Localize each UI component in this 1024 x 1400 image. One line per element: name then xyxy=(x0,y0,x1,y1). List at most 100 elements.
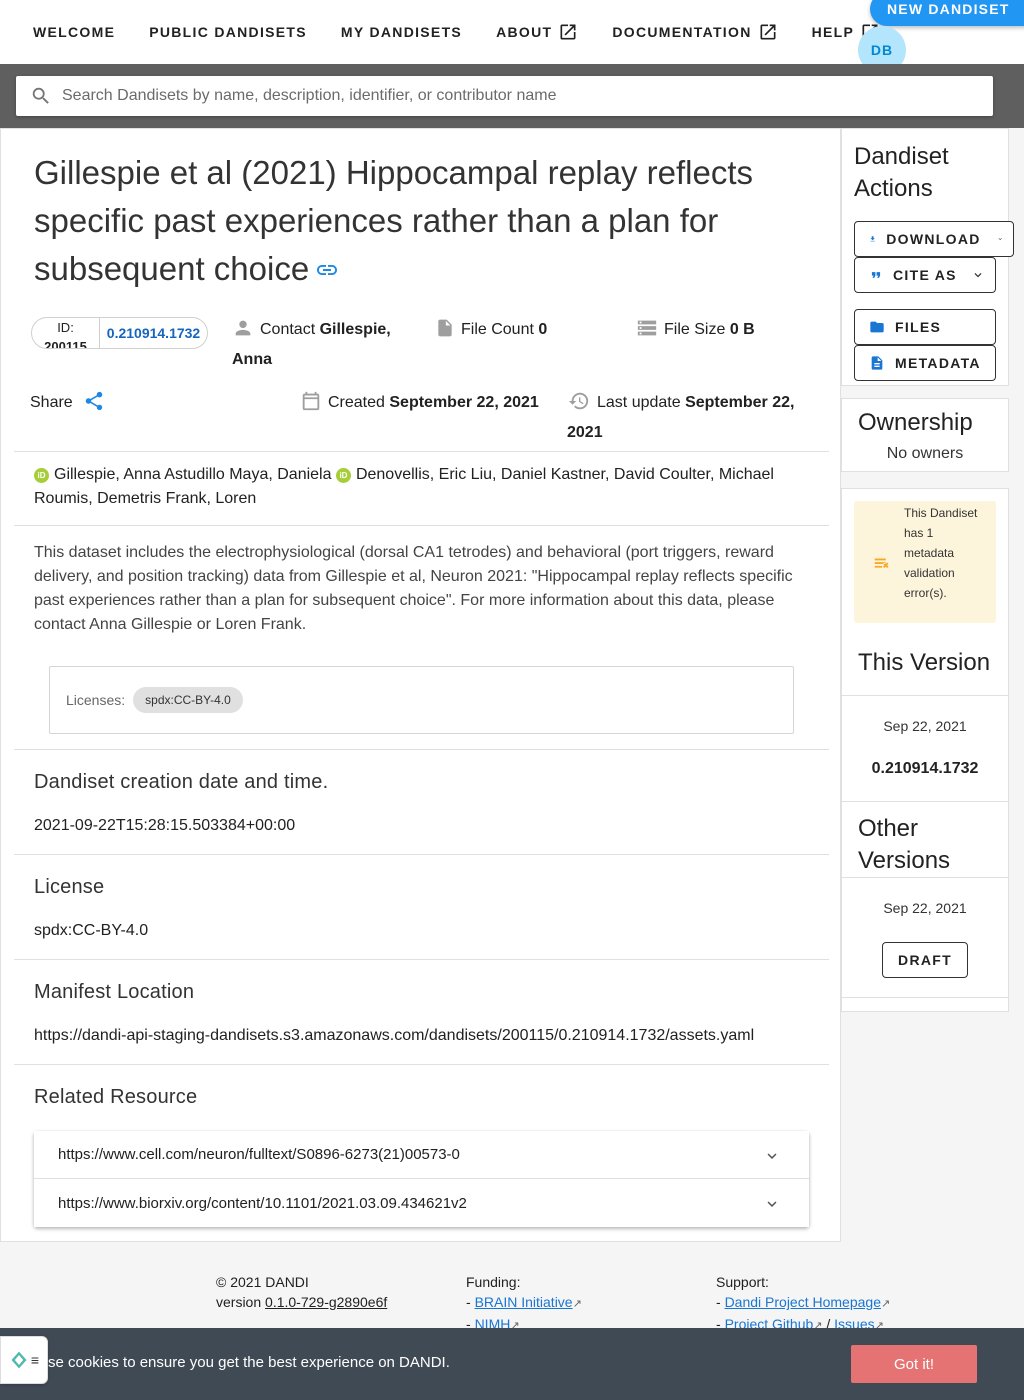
new-dandiset-button[interactable]: NEW DANDISET xyxy=(870,0,1024,26)
hamburger-icon: ≡ xyxy=(30,1352,40,1368)
funding-label: Funding: xyxy=(466,1274,521,1290)
metadata-label: METADATA xyxy=(895,355,981,371)
created-label: Created xyxy=(328,394,385,411)
dandiset-title: Gillespie et al (2021) Hippocampal repla… xyxy=(34,154,754,287)
file-size-value: 0 B xyxy=(729,321,755,338)
nav-my-label: MY DANDISETS xyxy=(340,24,463,40)
file-icon xyxy=(435,317,455,347)
validation-warning[interactable]: This Dandiset has 1 metadata validation … xyxy=(854,501,996,623)
cookie-accept-button[interactable]: Got it! xyxy=(851,1345,977,1383)
share-label: Share xyxy=(30,394,73,411)
updated-info: Last update September 22, 2021 xyxy=(567,390,807,445)
file-count-label: File Count xyxy=(461,321,534,338)
document-icon xyxy=(871,356,883,370)
dandi-homepage-link[interactable]: Dandi Project Homepage xyxy=(725,1294,881,1310)
history-icon xyxy=(567,390,591,420)
search-band xyxy=(0,64,1024,128)
external-link-icon xyxy=(560,24,576,40)
cookie-banner: se cookies to ensure you get the best ex… xyxy=(0,1328,1024,1400)
related-heading: Related Resource xyxy=(34,1086,198,1108)
support-label: Support: xyxy=(716,1274,769,1290)
menu-widget-button[interactable]: ≡ xyxy=(0,1336,48,1384)
dandiset-id-chip[interactable]: ID: 200115 0.210914.1732 xyxy=(31,317,208,349)
version-label: version xyxy=(216,1294,262,1310)
id-value: 200115 xyxy=(44,339,87,349)
chevron-down-icon[interactable] xyxy=(763,1147,781,1169)
search-icon xyxy=(32,87,49,104)
author-list: iD Gillespie, Anna Astudillo Maya, Daniel… xyxy=(34,463,794,511)
storage-icon xyxy=(636,317,658,347)
chevron-down-icon xyxy=(998,238,1002,241)
share-icon xyxy=(83,390,105,420)
chevron-down-icon[interactable] xyxy=(763,1195,781,1217)
warning-text: This Dandiset has 1 metadata validation … xyxy=(904,506,978,600)
orcid-icon[interactable]: iD xyxy=(34,468,49,483)
updated-label: Last update xyxy=(597,394,681,411)
nav-public-dandisets[interactable]: PUBLIC DANDISETS xyxy=(132,0,324,64)
author: Astudillo Maya, Daniela xyxy=(164,466,332,483)
divider xyxy=(842,997,1008,998)
nav-my-dandisets[interactable]: MY DANDISETS xyxy=(324,0,479,64)
page-title: Gillespie et al (2021) Hippocampal repla… xyxy=(34,149,794,295)
related-resource-list: https://www.cell.com/neuron/fulltext/S08… xyxy=(34,1131,809,1227)
author: Denovellis, Eric xyxy=(355,466,467,483)
footer-left: © 2021 DANDI version 0.1.0-729-g2890e6f xyxy=(216,1272,387,1312)
files-button[interactable]: FILES xyxy=(854,309,996,345)
dandiset-actions-card: Dandiset Actions DOWNLOAD CITE AS FILES … xyxy=(841,128,1014,386)
license-chip: spdx:CC-BY-4.0 xyxy=(133,687,243,713)
draft-button[interactable]: DRAFT xyxy=(882,942,968,978)
link-icon[interactable] xyxy=(315,247,339,295)
cite-label: CITE AS xyxy=(893,267,957,283)
share-button[interactable]: Share xyxy=(30,390,111,420)
nav-documentation[interactable]: DOCUMENTATION xyxy=(595,0,794,64)
support-item: - Dandi Project Homepage↗ xyxy=(716,1294,891,1310)
licenses-box: Licenses: spdx:CC-BY-4.0 xyxy=(49,666,794,734)
divider xyxy=(842,695,1008,696)
author: Roumis, Demetris xyxy=(34,490,162,507)
this-version-id[interactable]: 0.210914.1732 xyxy=(842,760,1008,778)
chevron-down-icon xyxy=(974,273,982,278)
dandiset-main-card: Gillespie et al (2021) Hippocampal repla… xyxy=(0,128,841,1242)
calendar-icon xyxy=(300,390,322,420)
metadata-button[interactable]: METADATA xyxy=(854,345,996,381)
manifest-heading: Manifest Location xyxy=(34,981,195,1003)
related-resource-item[interactable]: https://www.biorxiv.org/content/10.1101/… xyxy=(34,1179,809,1227)
author: Kastner, David xyxy=(550,466,655,483)
divider xyxy=(842,801,1008,802)
brain-initiative-link[interactable]: BRAIN Initiative xyxy=(475,1294,573,1310)
license-value: spdx:CC-BY-4.0 xyxy=(34,922,149,939)
cite-as-button[interactable]: CITE AS xyxy=(854,257,996,293)
divider xyxy=(14,451,829,452)
this-version-title: This Version xyxy=(858,649,991,676)
other-version-date: Sep 22, 2021 xyxy=(883,900,967,916)
owners-value: No owners xyxy=(886,445,964,462)
search-input[interactable] xyxy=(62,87,962,105)
external-link-icon xyxy=(760,24,776,40)
related-resource-item[interactable]: https://www.cell.com/neuron/fulltext/S08… xyxy=(34,1131,809,1179)
funding-item: - BRAIN Initiative↗ xyxy=(466,1294,582,1310)
copyright: © 2021 DANDI xyxy=(216,1274,309,1290)
author: Coulter, Michael xyxy=(659,466,774,483)
download-icon xyxy=(870,236,875,242)
download-button[interactable]: DOWNLOAD xyxy=(854,221,1014,257)
created-info: Created September 22, 2021 xyxy=(300,390,539,420)
licenses-label: Licenses: xyxy=(66,692,126,708)
manifest-value: https://dandi-api-staging-dandisets.s3.a… xyxy=(34,1027,755,1044)
author: Frank, Loren xyxy=(165,490,257,507)
file-count-info: File Count 0 xyxy=(435,317,547,347)
orcid-icon[interactable]: iD xyxy=(335,468,351,483)
contact-label: Contact xyxy=(260,321,316,338)
divider xyxy=(14,1064,829,1065)
version-link[interactable]: 0.1.0-729-g2890e6f xyxy=(265,1294,387,1310)
nav-about[interactable]: ABOUT xyxy=(479,0,595,64)
divider xyxy=(14,854,829,855)
other-versions-title: Other Versions xyxy=(858,815,951,874)
nav-welcome[interactable]: WELCOME xyxy=(16,0,132,64)
playlist-remove-icon xyxy=(874,558,889,569)
divider xyxy=(14,749,829,750)
footer-funding: Funding: - BRAIN Initiative↗ - NIMH↗ xyxy=(466,1272,582,1336)
quote-icon xyxy=(871,272,881,278)
files-label: FILES xyxy=(895,319,942,335)
nav-about-label: ABOUT xyxy=(496,24,553,40)
related-resource-url: https://www.biorxiv.org/content/10.1101/… xyxy=(58,1194,467,1212)
